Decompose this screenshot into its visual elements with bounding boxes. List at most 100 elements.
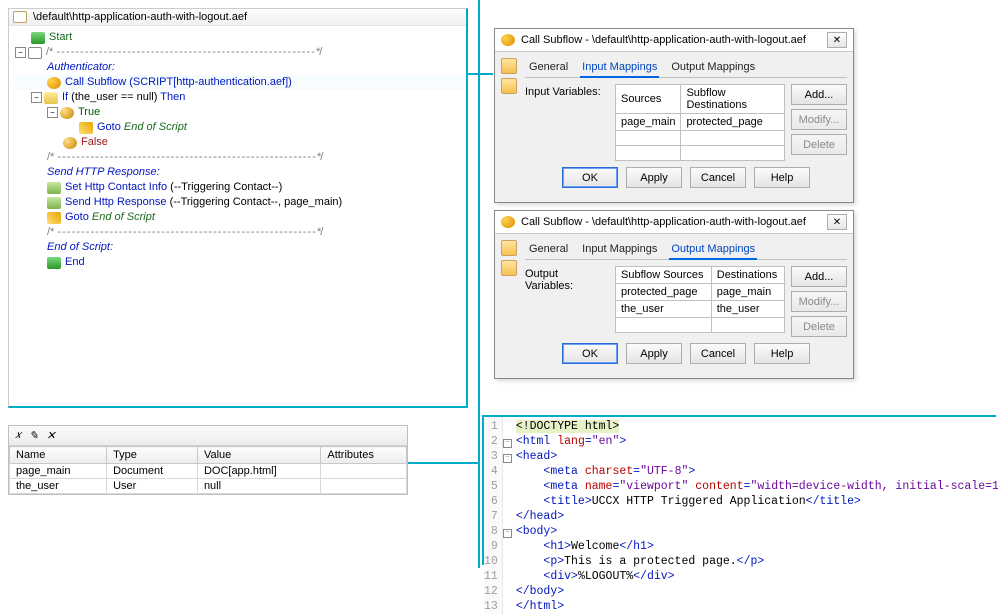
- cell-destination[interactable]: protected_page: [681, 114, 785, 131]
- step-goto-2[interactable]: Goto End of Script: [65, 210, 155, 225]
- end-icon: [47, 257, 61, 269]
- code-line[interactable]: <p>This is a protected page.</p>: [516, 554, 998, 569]
- close-button[interactable]: ✕: [827, 32, 847, 48]
- cell-name[interactable]: the_user: [10, 479, 107, 494]
- cell-value[interactable]: DOC[app.html]: [197, 464, 320, 479]
- cell-type[interactable]: User: [107, 479, 198, 494]
- cell-destination[interactable]: the_user: [711, 301, 784, 318]
- branch-false[interactable]: False: [81, 135, 108, 150]
- step-set-http[interactable]: Set Http Contact Info (--Triggering Cont…: [65, 180, 282, 195]
- cancel-button[interactable]: Cancel: [690, 343, 746, 364]
- delete-button[interactable]: Delete: [791, 316, 847, 337]
- code-line[interactable]: <head>: [516, 449, 998, 464]
- ok-button[interactable]: OK: [562, 343, 618, 364]
- table-row[interactable]: protected_pagepage_main: [616, 284, 785, 301]
- tab-output-mappings[interactable]: Output Mappings: [669, 241, 757, 260]
- col-sources[interactable]: Sources: [616, 85, 681, 114]
- cell-attributes[interactable]: [321, 464, 407, 479]
- branch-true[interactable]: True: [78, 105, 100, 120]
- fold-toggle[interactable]: −: [503, 524, 512, 539]
- var-delete-icon[interactable]: ✕: [46, 429, 55, 442]
- table-row[interactable]: the_userthe_user: [616, 301, 785, 318]
- code-line[interactable]: <div>%LOGOUT%</div>: [516, 569, 998, 584]
- fold-toggle[interactable]: −: [503, 434, 512, 449]
- output-mappings-table[interactable]: Subflow Sources Destinations protected_p…: [615, 266, 785, 333]
- ok-button[interactable]: OK: [562, 167, 618, 188]
- script-tree[interactable]: Start −/* - - - - - - - - - - - - - - - …: [9, 26, 466, 274]
- twisty-icon[interactable]: −: [31, 92, 42, 103]
- tab-general[interactable]: General: [527, 59, 570, 78]
- modify-button[interactable]: Modify...: [791, 109, 847, 130]
- table-row-empty[interactable]: [616, 146, 785, 161]
- fold-toggle[interactable]: −: [503, 449, 512, 464]
- step-call-subflow[interactable]: Call Subflow (SCRIPT[http-authentication…: [65, 75, 292, 90]
- apply-button[interactable]: Apply: [626, 167, 682, 188]
- cancel-button[interactable]: Cancel: [690, 167, 746, 188]
- modify-button[interactable]: Modify...: [791, 291, 847, 312]
- col-name[interactable]: Name: [10, 447, 107, 464]
- comment-send-response: Send HTTP Response:: [47, 165, 160, 180]
- note-icon: [28, 47, 42, 59]
- false-icon: [63, 137, 77, 149]
- twisty-icon[interactable]: −: [47, 107, 58, 118]
- dialog-icon: [501, 34, 515, 46]
- code-editor-panel[interactable]: 12345678910111213 −− − <!DOCTYPE html><h…: [482, 415, 996, 565]
- code-line[interactable]: <title>UCCX HTTP Triggered Application</…: [516, 494, 998, 509]
- cell-value[interactable]: null: [197, 479, 320, 494]
- delete-button[interactable]: Delete: [791, 134, 847, 155]
- step-goto-1[interactable]: Goto End of Script: [97, 120, 187, 135]
- sidebar-icon[interactable]: [501, 78, 517, 94]
- sidebar-icon[interactable]: [501, 260, 517, 276]
- twisty-icon[interactable]: −: [15, 47, 26, 58]
- code-line[interactable]: <meta charset="UTF-8">: [516, 464, 998, 479]
- sidebar-icon[interactable]: [501, 240, 517, 256]
- sidebar-icon[interactable]: [501, 58, 517, 74]
- add-button[interactable]: Add...: [791, 266, 847, 287]
- add-button[interactable]: Add...: [791, 84, 847, 105]
- code-line[interactable]: <!DOCTYPE html>: [516, 419, 998, 434]
- code-line[interactable]: <meta name="viewport" content="width=dev…: [516, 479, 998, 494]
- col-subflow-sources[interactable]: Subflow Sources: [616, 267, 712, 284]
- var-edit-icon[interactable]: ✎: [29, 429, 38, 442]
- table-row-empty[interactable]: [616, 318, 785, 333]
- variables-table[interactable]: Name Type Value Attributes page_mainDocu…: [9, 446, 407, 494]
- cell-destination[interactable]: page_main: [711, 284, 784, 301]
- code-line[interactable]: </body>: [516, 584, 998, 599]
- col-attributes[interactable]: Attributes: [321, 447, 407, 464]
- table-row[interactable]: page_mainDocumentDOC[app.html]: [10, 464, 407, 479]
- tab-input-mappings[interactable]: Input Mappings: [580, 59, 659, 78]
- help-button[interactable]: Help: [754, 167, 810, 188]
- code-line[interactable]: <h1>Welcome</h1>: [516, 539, 998, 554]
- cell-source[interactable]: protected_page: [616, 284, 712, 301]
- var-new-icon[interactable]: 𝑥: [15, 429, 21, 442]
- cell-type[interactable]: Document: [107, 464, 198, 479]
- col-subflow-destinations[interactable]: Subflow Destinations: [681, 85, 785, 114]
- tab-input-mappings[interactable]: Input Mappings: [580, 241, 659, 260]
- code-line[interactable]: <body>: [516, 524, 998, 539]
- table-row[interactable]: the_userUsernull: [10, 479, 407, 494]
- help-button[interactable]: Help: [754, 343, 810, 364]
- table-row-empty[interactable]: [616, 131, 785, 146]
- input-mappings-table[interactable]: Sources Subflow Destinations page_mainpr…: [615, 84, 785, 161]
- tab-general[interactable]: General: [527, 241, 570, 260]
- cell-source[interactable]: the_user: [616, 301, 712, 318]
- tab-output-mappings[interactable]: Output Mappings: [669, 59, 757, 78]
- step-send-http[interactable]: Send Http Response (--Triggering Contact…: [65, 195, 342, 210]
- col-destinations[interactable]: Destinations: [711, 267, 784, 284]
- code-line[interactable]: <html lang="en">: [516, 434, 998, 449]
- cell-name[interactable]: page_main: [10, 464, 107, 479]
- step-start[interactable]: Start: [49, 30, 72, 45]
- step-if[interactable]: If (the_user == null) Then: [62, 90, 185, 105]
- code-source[interactable]: <!DOCTYPE html><html lang="en"><head> <m…: [512, 417, 998, 614]
- cell-attributes[interactable]: [321, 479, 407, 494]
- col-type[interactable]: Type: [107, 447, 198, 464]
- close-button[interactable]: ✕: [827, 214, 847, 230]
- table-row[interactable]: page_mainprotected_page: [616, 114, 785, 131]
- cell-source[interactable]: page_main: [616, 114, 681, 131]
- apply-button[interactable]: Apply: [626, 343, 682, 364]
- step-end[interactable]: End: [65, 255, 85, 270]
- col-value[interactable]: Value: [197, 447, 320, 464]
- code-line[interactable]: </head>: [516, 509, 998, 524]
- fold-gutter[interactable]: −− −: [503, 417, 512, 614]
- code-line[interactable]: </html>: [516, 599, 998, 614]
